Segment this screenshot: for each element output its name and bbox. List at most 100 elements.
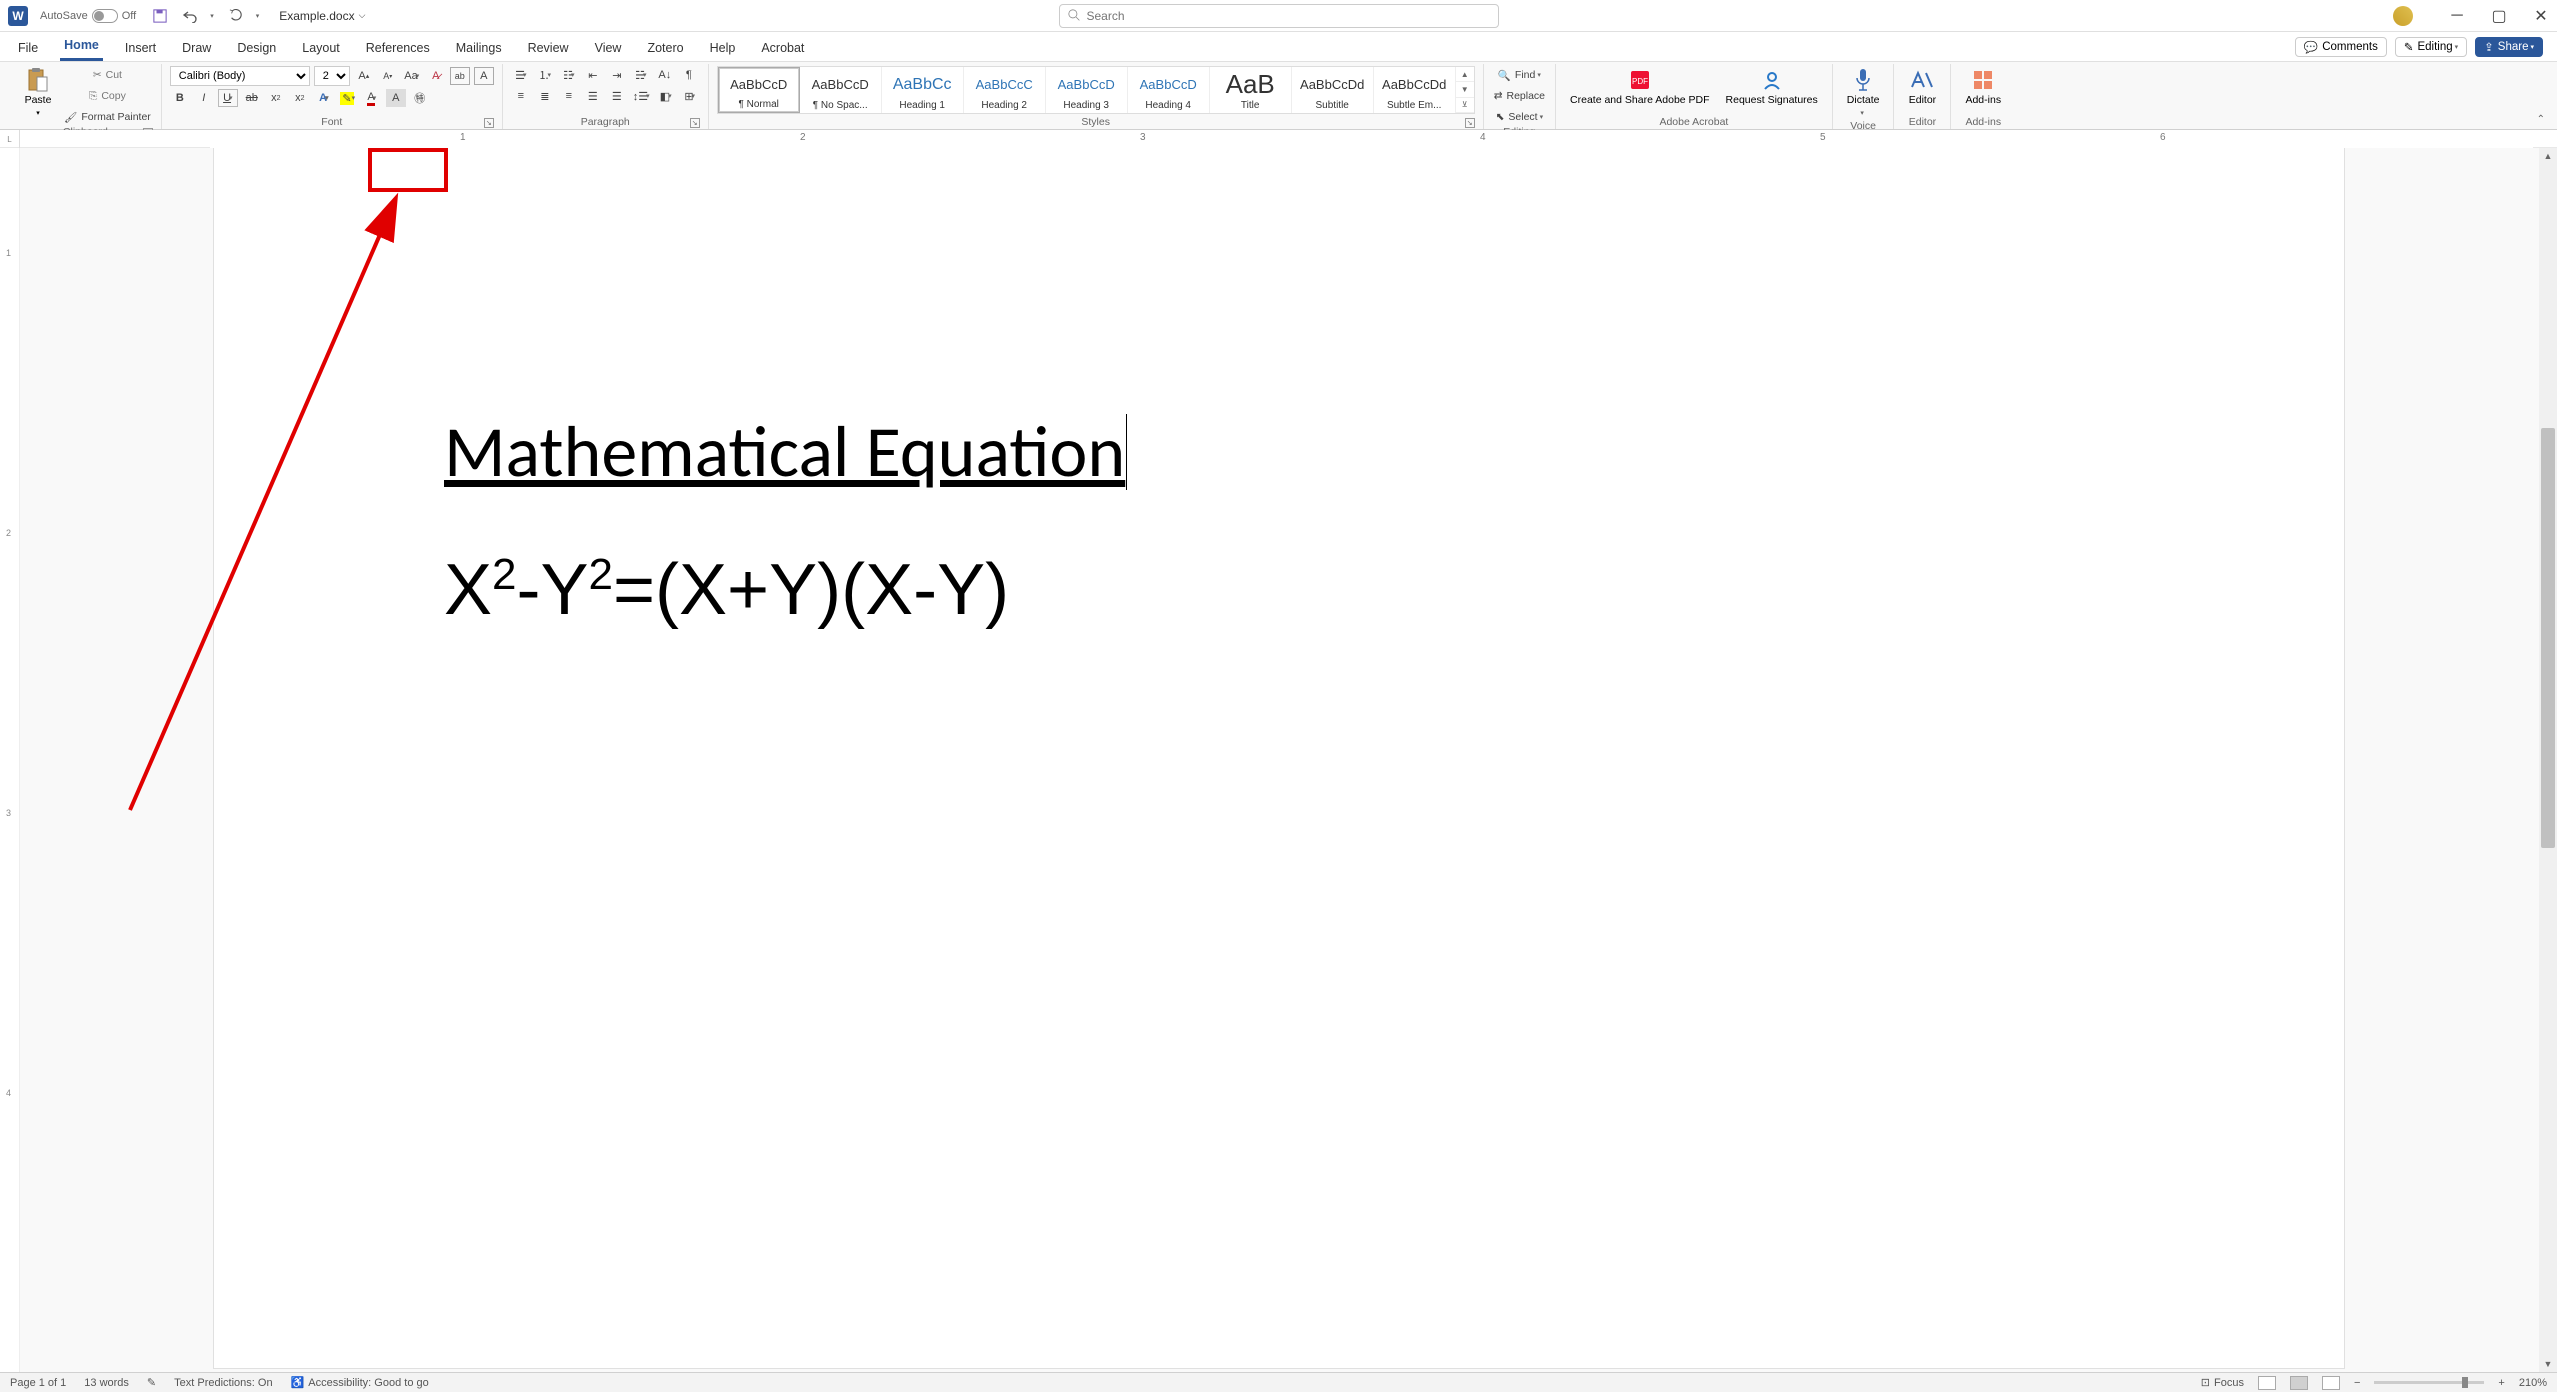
horizontal-ruler[interactable]: 123456	[210, 130, 2533, 148]
paste-button[interactable]: Paste▾	[18, 66, 58, 120]
align-center-button[interactable]: ≣	[535, 87, 555, 105]
dictate-button[interactable]: Dictate▾	[1841, 66, 1886, 120]
strikethrough-button[interactable]: ab	[242, 89, 262, 107]
style-item[interactable]: AaBbCcCHeading 2	[964, 67, 1046, 113]
highlight-button[interactable]: ✎▾	[338, 89, 358, 107]
dialog-launcher-icon[interactable]: ↘	[484, 118, 494, 128]
zoom-in-button[interactable]: +	[2498, 1377, 2504, 1389]
copy-button[interactable]: ⎘Copy	[62, 87, 153, 105]
editing-mode-button[interactable]: ✎Editing▾	[2395, 37, 2467, 57]
share-button[interactable]: ⇪Share▾	[2475, 37, 2543, 57]
character-shading-button[interactable]: A	[386, 89, 406, 107]
create-share-pdf-button[interactable]: PDF Create and Share Adobe PDF	[1564, 66, 1716, 108]
tab-home[interactable]: Home	[60, 32, 103, 61]
align-right-button[interactable]: ≡	[559, 87, 579, 105]
toggle-icon[interactable]	[92, 9, 118, 23]
style-up-icon[interactable]: ▲	[1456, 67, 1474, 82]
increase-font-button[interactable]: A▴	[354, 67, 374, 85]
page-scroll[interactable]: Mathematical Equation X2-Y2=(X+Y)(X-Y)	[20, 148, 2557, 1372]
search-box[interactable]	[1059, 4, 1499, 28]
tab-zotero[interactable]: Zotero	[643, 35, 687, 61]
bold-button[interactable]: B	[170, 89, 190, 107]
underline-button[interactable]: U▾	[218, 89, 238, 107]
page[interactable]: Mathematical Equation X2-Y2=(X+Y)(X-Y)	[214, 148, 2344, 1368]
editor-button[interactable]: Editor	[1902, 66, 1942, 108]
close-button[interactable]: ✕	[2533, 8, 2549, 24]
tab-file[interactable]: File	[14, 35, 42, 61]
tab-layout[interactable]: Layout	[298, 35, 344, 61]
style-item[interactable]: AaBbCcDdSubtitle	[1292, 67, 1374, 113]
scroll-up-icon[interactable]: ▲	[2539, 148, 2557, 164]
document-title[interactable]: Example.docx ⌵	[279, 9, 365, 23]
font-color-button[interactable]: A▾	[362, 89, 382, 107]
style-item[interactable]: AaBbCcDHeading 3	[1046, 67, 1128, 113]
increase-indent-button[interactable]: ⇥	[607, 66, 627, 84]
line-spacing-button[interactable]: ↕☰▾	[631, 87, 652, 105]
justify-button[interactable]: ☰	[583, 87, 603, 105]
read-mode-button[interactable]	[2258, 1376, 2276, 1390]
dialog-launcher-icon[interactable]: ↘	[1465, 118, 1475, 128]
dialog-launcher-icon[interactable]: ↘	[690, 118, 700, 128]
show-marks-button[interactable]: ¶	[679, 66, 699, 84]
vertical-ruler[interactable]: 1234	[0, 148, 20, 1372]
page-count[interactable]: Page 1 of 1	[10, 1377, 66, 1389]
asian-layout-button[interactable]: ☵▾	[631, 66, 651, 84]
phonetic-guide-button[interactable]: ab	[450, 67, 470, 85]
tab-view[interactable]: View	[591, 35, 626, 61]
tab-design[interactable]: Design	[233, 35, 280, 61]
font-name-select[interactable]: Calibri (Body)	[170, 66, 310, 86]
sort-button[interactable]: A↓	[655, 66, 675, 84]
cut-button[interactable]: ✂Cut	[62, 66, 153, 84]
style-item[interactable]: AaBbCcDHeading 4	[1128, 67, 1210, 113]
tab-acrobat[interactable]: Acrobat	[757, 35, 808, 61]
tab-mailings[interactable]: Mailings	[452, 35, 506, 61]
minimize-button[interactable]: ─	[2449, 8, 2465, 24]
style-gallery[interactable]: AaBbCcD¶ NormalAaBbCcD¶ No Spac...AaBbCc…	[717, 66, 1475, 114]
enclose-characters-button[interactable]: ㊕	[410, 89, 430, 107]
distributed-button[interactable]: ☰	[607, 87, 627, 105]
ruler-corner[interactable]: L	[0, 130, 20, 148]
tab-review[interactable]: Review	[524, 35, 573, 61]
character-border-button[interactable]: A	[474, 67, 494, 85]
save-button[interactable]	[152, 8, 168, 24]
document-equation[interactable]: X2-Y2=(X+Y)(X-Y)	[444, 546, 2114, 634]
decrease-indent-button[interactable]: ⇤	[583, 66, 603, 84]
shading-button[interactable]: ◧▾	[656, 87, 676, 105]
clear-formatting-button[interactable]: A̷	[426, 67, 446, 85]
font-size-select[interactable]: 28	[314, 66, 350, 86]
tab-insert[interactable]: Insert	[121, 35, 160, 61]
find-button[interactable]: 🔍Find▾	[1492, 66, 1547, 84]
multilevel-list-button[interactable]: ☷▾	[559, 66, 579, 84]
document-heading[interactable]: Mathematical Equation	[444, 408, 1125, 496]
borders-button[interactable]: ⊞▾	[680, 87, 700, 105]
tab-draw[interactable]: Draw	[178, 35, 215, 61]
zoom-slider[interactable]	[2374, 1381, 2484, 1384]
change-case-button[interactable]: Aa▾	[402, 67, 422, 85]
search-input[interactable]	[1087, 9, 1490, 23]
scroll-down-icon[interactable]: ▼	[2539, 1356, 2557, 1372]
style-item[interactable]: AaBbCcD¶ No Spac...	[800, 67, 882, 113]
style-item[interactable]: AaBTitle	[1210, 67, 1292, 113]
decrease-font-button[interactable]: A▾	[378, 67, 398, 85]
undo-dropdown-icon[interactable]: ▾	[210, 12, 214, 20]
tab-references[interactable]: References	[362, 35, 434, 61]
spellcheck-icon[interactable]: ✎	[147, 1376, 156, 1389]
focus-mode-button[interactable]: ⊡Focus	[2201, 1376, 2244, 1389]
collapse-ribbon-icon[interactable]: ⌃	[2537, 114, 2545, 125]
style-more-icon[interactable]: ⊻	[1456, 98, 1474, 113]
qat-customize-icon[interactable]: ▾	[256, 12, 260, 20]
request-signatures-button[interactable]: Request Signatures	[1720, 66, 1824, 108]
web-layout-button[interactable]	[2322, 1376, 2340, 1390]
bullets-button[interactable]: ☰▾	[511, 66, 531, 84]
accessibility-status[interactable]: ♿Accessibility: Good to go	[291, 1376, 429, 1389]
word-count[interactable]: 13 words	[84, 1377, 129, 1389]
replace-button[interactable]: ⇄Replace	[1492, 87, 1547, 105]
redo-button[interactable]	[228, 8, 244, 24]
italic-button[interactable]: I	[194, 89, 214, 107]
align-left-button[interactable]: ≡	[511, 87, 531, 105]
zoom-level[interactable]: 210%	[2519, 1377, 2547, 1389]
text-predictions[interactable]: Text Predictions: On	[174, 1377, 272, 1389]
numbering-button[interactable]: ⒈▾	[535, 66, 555, 84]
subscript-button[interactable]: x2	[266, 89, 286, 107]
scroll-thumb[interactable]	[2541, 428, 2555, 848]
